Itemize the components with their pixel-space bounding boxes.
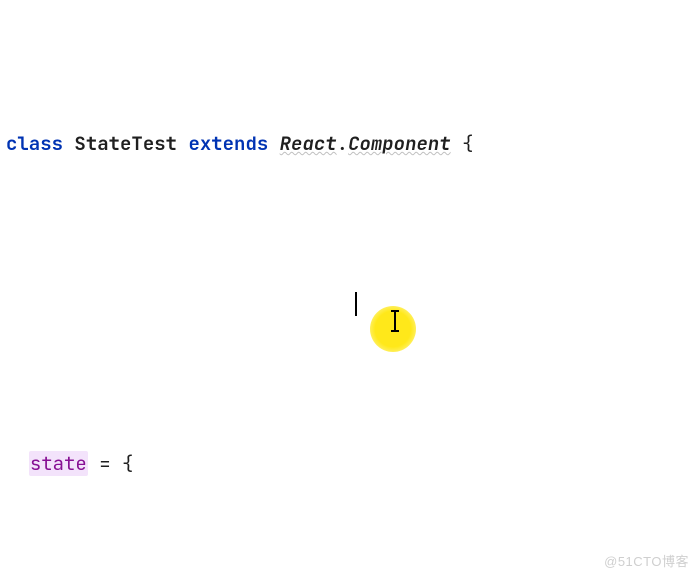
code-editor[interactable]: class StateTest extends React.Component …: [0, 0, 699, 584]
field-state: state: [29, 451, 88, 476]
code-line[interactable]: [6, 288, 699, 320]
code-line[interactable]: state = {: [6, 448, 699, 480]
keyword-extends: extends: [188, 131, 268, 156]
class-name: StateTest: [74, 131, 177, 156]
code-line[interactable]: class StateTest extends React.Component …: [6, 128, 699, 160]
react-ref: React: [280, 131, 337, 156]
text-caret: [355, 292, 357, 316]
watermark: @51CTO博客: [604, 546, 689, 578]
keyword-class: class: [6, 131, 63, 156]
component-ref: Component: [348, 131, 451, 156]
